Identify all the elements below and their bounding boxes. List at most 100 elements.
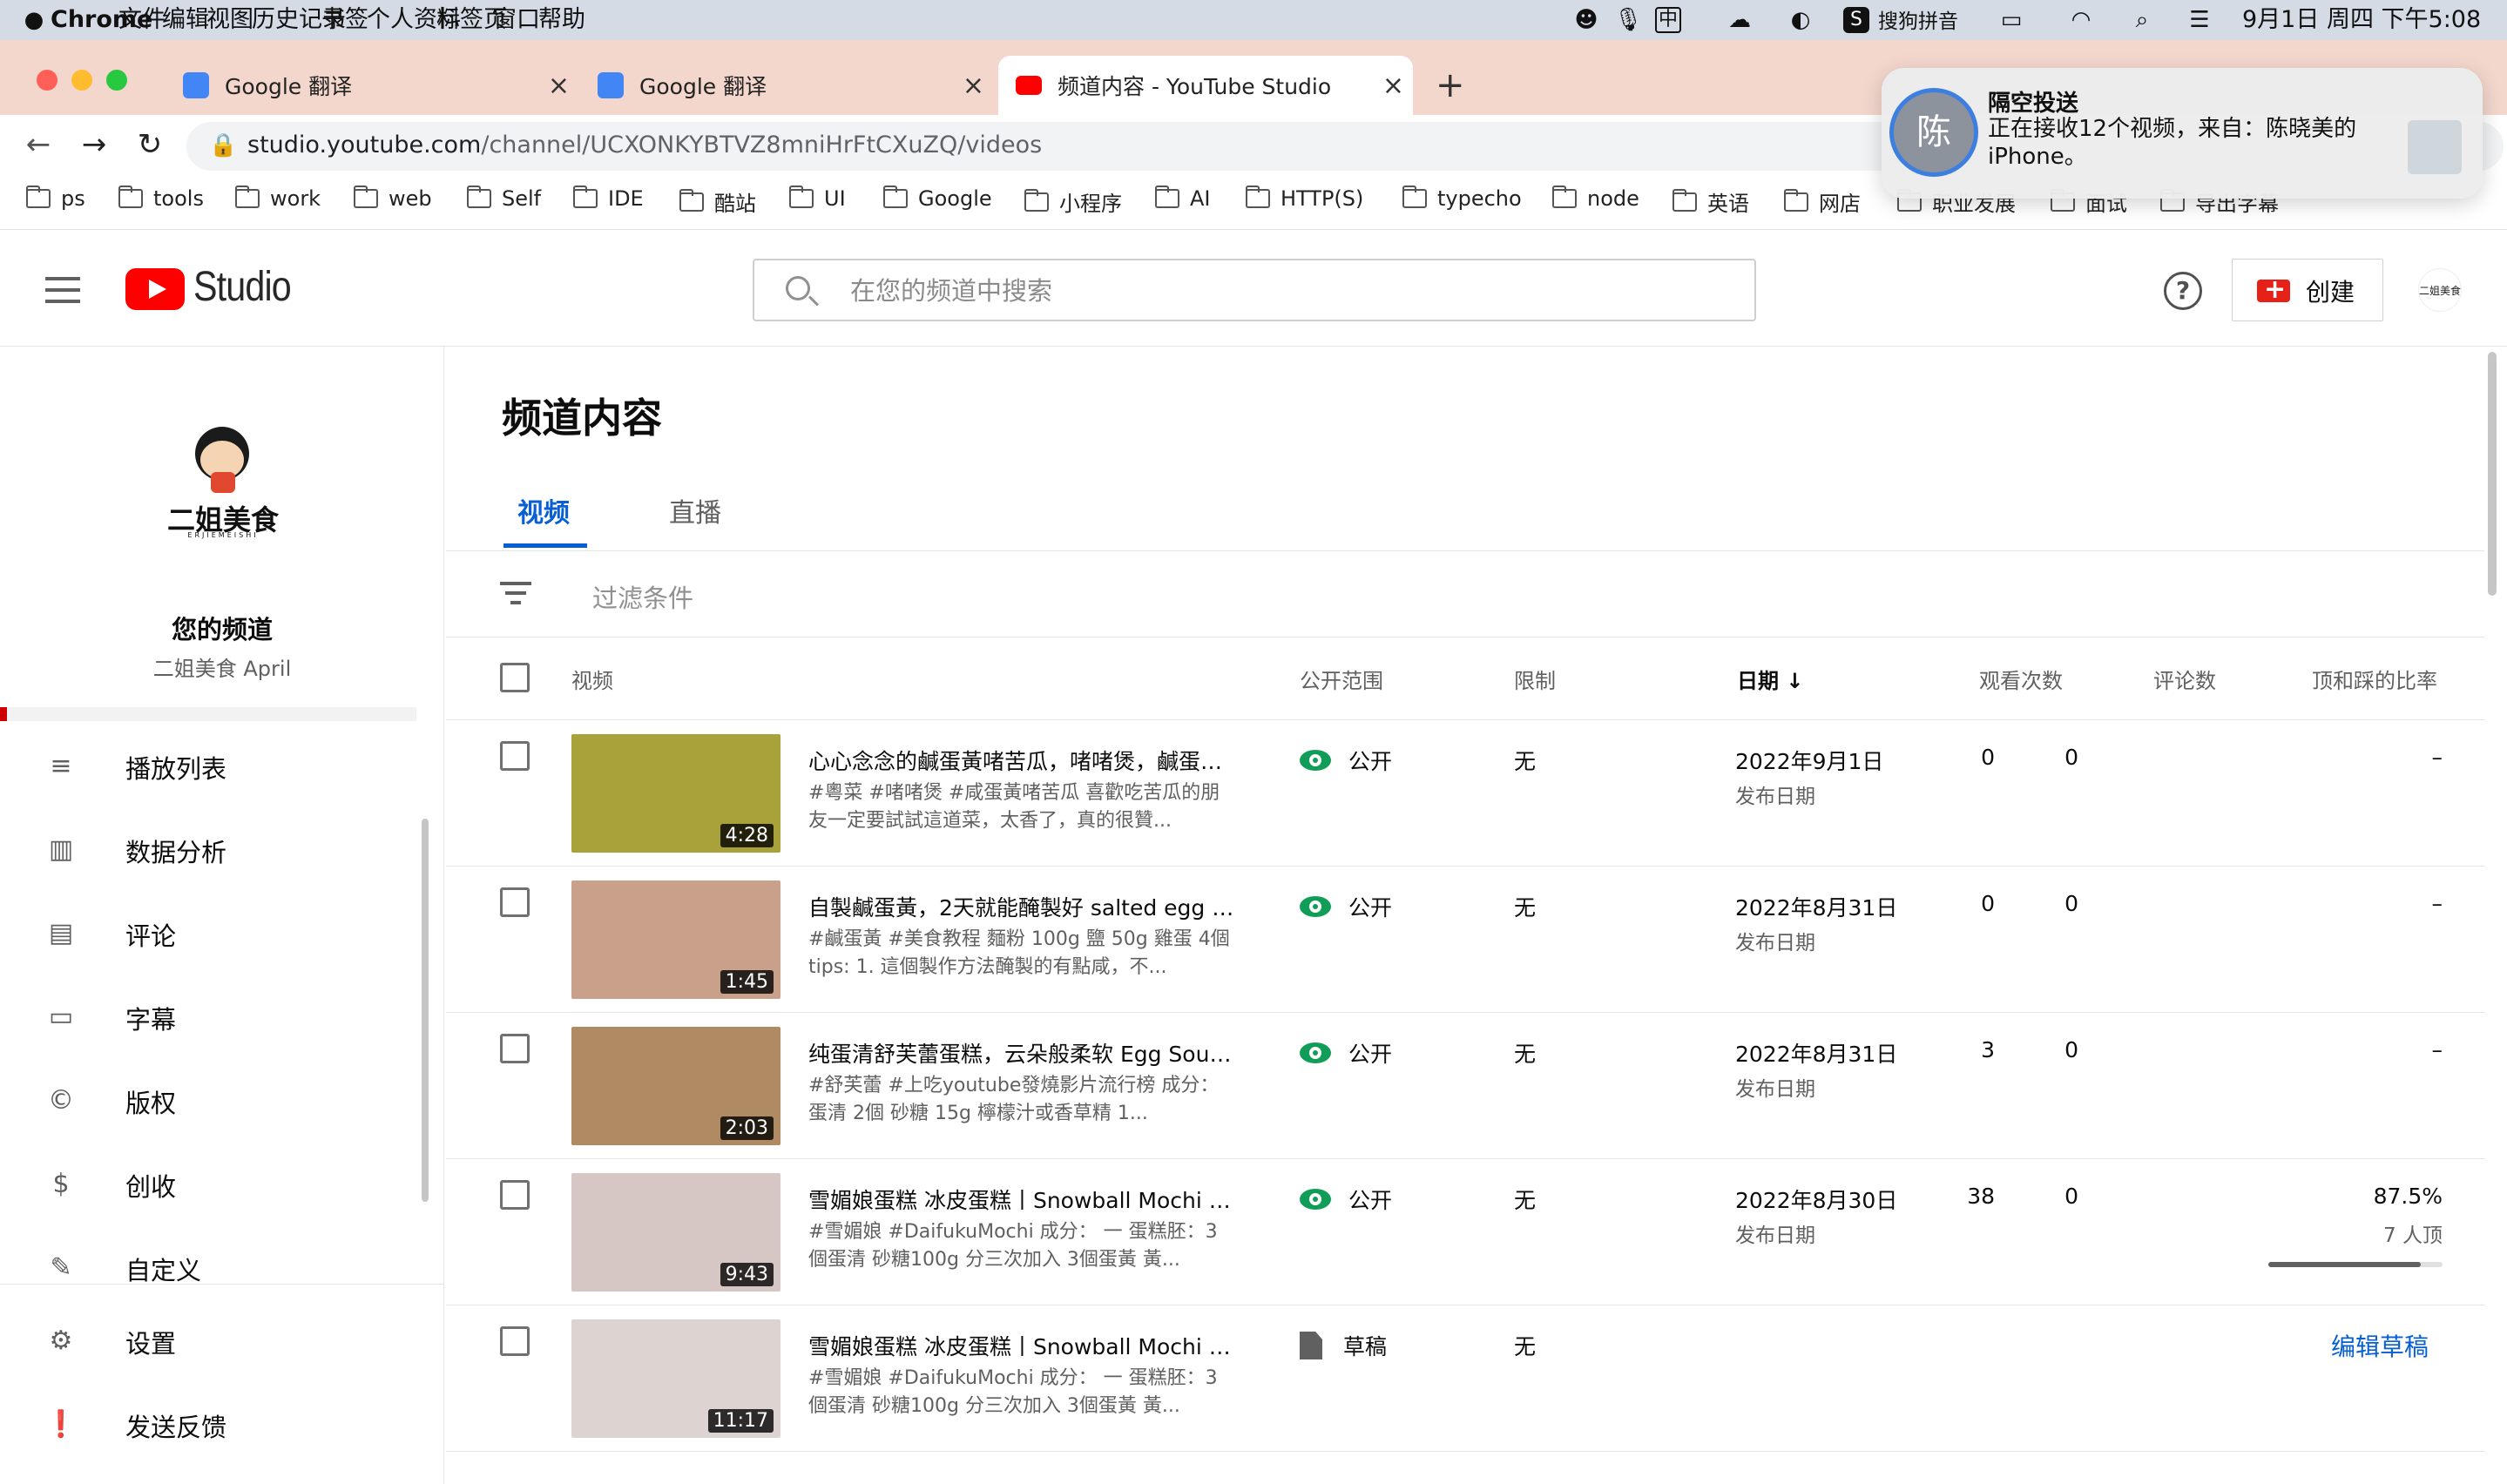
select-all-checkbox[interactable] bbox=[500, 663, 530, 692]
create-button[interactable]: 创建 bbox=[2232, 259, 2383, 321]
account-avatar[interactable]: 二姐美食 bbox=[2418, 268, 2462, 312]
bookmark-item[interactable]: HTTP(S) bbox=[1246, 186, 1363, 211]
bookmark-item[interactable]: 酷站 bbox=[679, 186, 756, 217]
video-thumbnail[interactable]: 9:43 bbox=[571, 1173, 780, 1292]
channel-search-box[interactable] bbox=[753, 259, 1756, 321]
menu-bookmarks[interactable]: 书签 bbox=[321, 3, 368, 37]
tab-videos[interactable]: 视频 bbox=[517, 491, 570, 530]
video-thumbnail[interactable]: 2:03 bbox=[571, 1027, 780, 1145]
visibility-dropdown[interactable]: 公开 bbox=[1300, 1037, 1392, 1069]
video-thumbnail[interactable]: 4:28 bbox=[571, 734, 780, 853]
search-input[interactable] bbox=[850, 273, 1721, 309]
column-header-date[interactable]: 日期 ↓ bbox=[1737, 664, 1803, 694]
video-thumbnail[interactable]: 11:17 bbox=[571, 1319, 780, 1438]
apple-menu-icon[interactable]: ● bbox=[19, 5, 49, 35]
control-center-icon[interactable]: ☰ bbox=[2185, 5, 2214, 35]
menu-window[interactable]: 窗口 bbox=[493, 3, 540, 37]
bookmark-item[interactable]: UI bbox=[789, 186, 846, 211]
video-title[interactable]: 雪媚娘蛋糕 冰皮蛋糕丨Snowball Mochi Cake bbox=[808, 1184, 1244, 1215]
visibility-dropdown[interactable]: 公开 bbox=[1300, 1184, 1392, 1215]
spotlight-search-icon[interactable]: ⌕ bbox=[2127, 5, 2157, 35]
column-header-views[interactable]: 观看次数 bbox=[1979, 664, 2063, 694]
tab-close-icon[interactable]: × bbox=[963, 71, 984, 101]
table-row[interactable]: 2:03 纯蛋清舒芙蕾蛋糕，云朵般柔软 Egg Souffle Cake #舒芙蕾 … bbox=[446, 1013, 2484, 1159]
bookmark-item[interactable]: tools bbox=[118, 186, 204, 211]
column-header-comments[interactable]: 评论数 bbox=[2153, 664, 2216, 694]
row-checkbox[interactable] bbox=[500, 1034, 530, 1063]
window-minimize-button[interactable] bbox=[71, 70, 92, 91]
visibility-dropdown[interactable]: 公开 bbox=[1300, 891, 1392, 922]
sogou-icon[interactable]: S bbox=[1843, 7, 1869, 33]
edit-draft-link[interactable]: 编辑草稿 bbox=[2331, 1328, 2429, 1363]
bookmark-item[interactable]: typecho bbox=[1402, 186, 1522, 211]
youtube-logo-icon[interactable] bbox=[125, 268, 185, 310]
column-header-like-ratio[interactable]: 顶和踩的比率 bbox=[2312, 664, 2437, 694]
window-zoom-button[interactable] bbox=[106, 70, 127, 91]
bookmark-item[interactable]: work bbox=[235, 186, 321, 211]
menu-hamburger-icon[interactable] bbox=[45, 277, 80, 303]
sidebar-item-playlists[interactable]: ≡ 播放列表 bbox=[0, 735, 416, 798]
url-text[interactable]: studio.youtube.com/channel/UCXONKYBTVZ8m… bbox=[247, 132, 1042, 159]
menu-edit[interactable]: 编辑 bbox=[162, 3, 209, 37]
window-close-button[interactable] bbox=[37, 70, 57, 91]
wifi-icon[interactable]: ◠ bbox=[2066, 5, 2096, 35]
bookmark-item[interactable]: web bbox=[354, 186, 432, 211]
table-row[interactable]: 11:17 雪媚娘蛋糕 冰皮蛋糕丨Snowball Mochi Cake #雪媚娘 … bbox=[446, 1305, 2484, 1452]
tab-close-icon[interactable]: × bbox=[548, 71, 570, 101]
video-thumbnail[interactable]: 1:45 bbox=[571, 880, 780, 999]
bookmark-item[interactable]: IDE bbox=[573, 186, 644, 211]
row-checkbox[interactable] bbox=[500, 1326, 530, 1356]
microphone-icon[interactable]: 🎙 bbox=[1613, 5, 1643, 35]
bookmark-item[interactable]: ps bbox=[26, 186, 85, 211]
bookmark-item[interactable]: AI bbox=[1155, 186, 1211, 211]
back-button[interactable]: ← bbox=[21, 127, 56, 162]
menu-view[interactable]: 视图 bbox=[206, 3, 253, 37]
video-title[interactable]: 纯蛋清舒芙蕾蛋糕，云朵般柔软 Egg Souffle Cake bbox=[808, 1037, 1244, 1069]
table-row[interactable]: 1:45 自製鹹蛋黃，2天就能醃製好 salted egg yolk #鹹蛋黃 #美… bbox=[446, 867, 2484, 1013]
menu-help[interactable]: 帮助 bbox=[538, 3, 585, 37]
bookmark-item[interactable]: Self bbox=[467, 186, 541, 211]
tab-live[interactable]: 直播 bbox=[669, 491, 721, 530]
browser-tab-3[interactable]: 频道内容 - YouTube Studio × bbox=[998, 56, 1413, 115]
channel-logo[interactable]: 二姐美食 ERJIEMEISHI bbox=[162, 422, 284, 543]
browser-tab-1[interactable]: Google 翻译 × bbox=[171, 56, 578, 115]
visibility-dropdown[interactable]: 公开 bbox=[1300, 745, 1392, 776]
video-title[interactable]: 雪媚娘蛋糕 冰皮蛋糕丨Snowball Mochi Cake bbox=[808, 1330, 1244, 1361]
airdrop-notification[interactable]: 陈 隔空投送 正在接收12个视频，来自：陈晓美的iPhone。 bbox=[1882, 68, 2483, 199]
video-title[interactable]: 心心念念的鹹蛋黃啫苦瓜，啫啫煲，鹹蛋黃啫苦瓜 bbox=[808, 745, 1244, 776]
menu-clock[interactable]: 9月1日 周四 下午5:08 bbox=[2242, 3, 2481, 37]
sidebar-item-copyright[interactable]: © 版权 bbox=[0, 1069, 416, 1132]
filter-icon[interactable] bbox=[500, 582, 531, 606]
sidebar-scrollbar[interactable] bbox=[422, 819, 429, 1202]
sidebar-item-comments[interactable]: ▤ 评论 bbox=[0, 902, 416, 965]
main-scrollbar[interactable] bbox=[2488, 352, 2497, 596]
bookmark-item[interactable]: node bbox=[1552, 186, 1639, 211]
sidebar-item-subtitles[interactable]: ▭ 字幕 bbox=[0, 986, 416, 1049]
column-header-visibility[interactable]: 公开范围 bbox=[1300, 664, 1383, 694]
sidebar-item-feedback[interactable]: ❗ 发送反馈 bbox=[0, 1393, 416, 1456]
tab-close-icon[interactable]: × bbox=[1382, 71, 1404, 101]
new-tab-button[interactable]: + bbox=[1436, 63, 1465, 108]
browser-tab-2[interactable]: Google 翻译 × bbox=[585, 56, 993, 115]
wechat-icon[interactable]: ☁ bbox=[1725, 5, 1754, 35]
lock-icon[interactable]: 🔒 bbox=[209, 132, 237, 159]
row-checkbox[interactable] bbox=[500, 1180, 530, 1210]
sidebar-item-monetization[interactable]: $ 创收 bbox=[0, 1153, 416, 1216]
emoji-status-icon[interactable]: ☻ bbox=[1571, 5, 1601, 35]
help-icon[interactable]: ? bbox=[2164, 272, 2202, 310]
column-header-restriction[interactable]: 限制 bbox=[1514, 664, 1556, 694]
sidebar-item-analytics[interactable]: ▥ 数据分析 bbox=[0, 819, 416, 881]
ime-mode-icon[interactable]: 中 bbox=[1655, 7, 1681, 33]
input-method-label[interactable]: 搜狗拼音 bbox=[1878, 5, 1958, 38]
filter-input[interactable]: 过滤条件 bbox=[592, 578, 693, 615]
battery-icon[interactable]: ▭ bbox=[1991, 5, 2031, 35]
forward-button[interactable]: → bbox=[77, 127, 111, 162]
video-title[interactable]: 自製鹹蛋黃，2天就能醃製好 salted egg yolk bbox=[808, 891, 1244, 922]
table-row[interactable]: 4:28 心心念念的鹹蛋黃啫苦瓜，啫啫煲，鹹蛋黃啫苦瓜 #粵菜 #啫啫煲 #咸蛋黃啫… bbox=[446, 720, 2484, 867]
sidebar-item-settings[interactable]: ⚙ 设置 bbox=[0, 1310, 416, 1373]
bookmark-item[interactable]: 小程序 bbox=[1024, 186, 1122, 217]
table-row[interactable]: 9:43 雪媚娘蛋糕 冰皮蛋糕丨Snowball Mochi Cake #雪媚娘 #… bbox=[446, 1159, 2484, 1305]
fish-status-icon[interactable]: ◐ bbox=[1786, 5, 1815, 35]
bookmark-item[interactable]: 网店 bbox=[1784, 186, 1861, 217]
bookmark-item[interactable]: Google bbox=[883, 186, 992, 211]
